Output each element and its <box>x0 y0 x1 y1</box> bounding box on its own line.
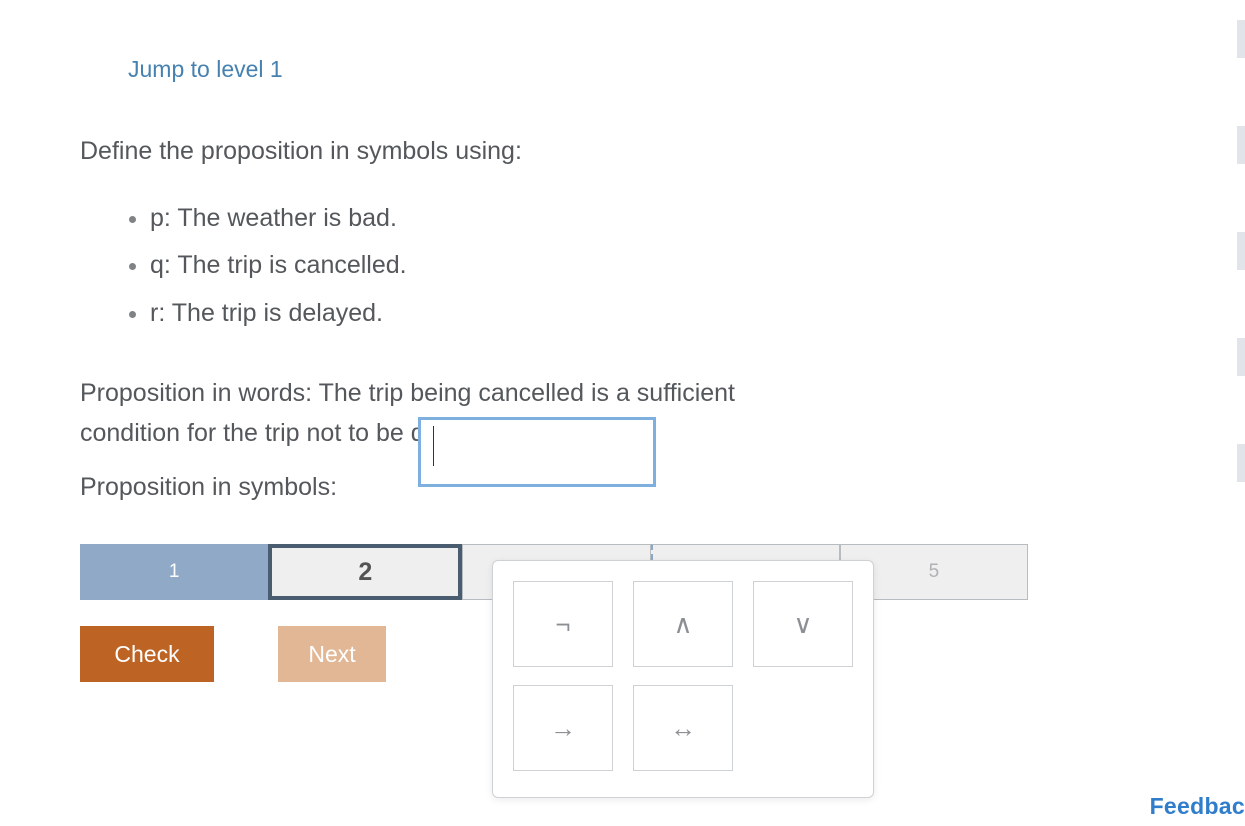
words-label: Proposition in words: <box>80 379 319 407</box>
edge-marker <box>1237 232 1245 270</box>
symbol-iff[interactable]: ↔ <box>633 685 733 771</box>
edge-marker <box>1237 20 1245 58</box>
edge-marker <box>1237 338 1245 376</box>
proposition-definitions: p: The weather is bad. q: The trip is ca… <box>150 195 1030 338</box>
symbol-implies[interactable]: → <box>513 685 613 771</box>
symbols-input[interactable] <box>418 417 656 487</box>
symbol-not[interactable]: ¬ <box>513 581 613 667</box>
symbols-label: Proposition in symbols: <box>80 473 337 502</box>
symbol-palette: ¬ ∧ ∨ → ↔ <box>492 560 874 798</box>
definition-r: r: The trip is delayed. <box>150 290 1030 338</box>
feedback-link[interactable]: Feedbac <box>1150 793 1245 820</box>
level-1[interactable]: 1 <box>80 544 268 600</box>
next-button[interactable]: Next <box>278 626 386 682</box>
prompt-text: Define the proposition in symbols using: <box>80 133 1030 171</box>
right-edge-markers <box>1237 20 1245 482</box>
edge-marker <box>1237 444 1245 482</box>
jump-to-level-link[interactable]: Jump to level 1 <box>128 56 1030 83</box>
page-root: Jump to level 1 Define the proposition i… <box>0 0 1245 826</box>
edge-marker <box>1237 126 1245 164</box>
definition-p: p: The weather is bad. <box>150 195 1030 243</box>
level-2[interactable]: 2 <box>268 544 462 600</box>
symbols-row: Proposition in symbols: <box>80 473 1030 502</box>
definition-q: q: The trip is cancelled. <box>150 242 1030 290</box>
text-caret <box>433 426 434 466</box>
symbol-and[interactable]: ∧ <box>633 581 733 667</box>
check-button[interactable]: Check <box>80 626 214 682</box>
symbol-or[interactable]: ∨ <box>753 581 853 667</box>
